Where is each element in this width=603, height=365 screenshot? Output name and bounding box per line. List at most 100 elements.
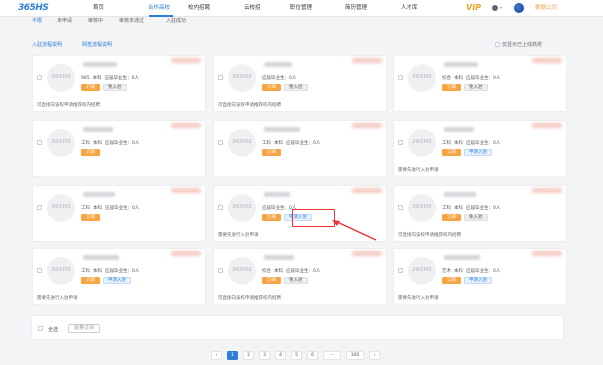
only-online-filter[interactable]: 仅显示已上线高校 xyxy=(495,41,542,48)
nav-home[interactable]: 首页 xyxy=(93,4,104,12)
school-tag: 艺术 xyxy=(442,269,451,274)
school-logo: 365HS xyxy=(47,129,75,157)
school-tags: 985 本科 应届毕业生：0人 xyxy=(81,75,142,81)
school-card[interactable]: 365HS 985 本科 应届毕业生：0人 订阅 免入驻 可直接向该校申请推荐校内招聘 xyxy=(32,55,206,112)
school-name-redacted xyxy=(444,192,476,197)
school-card[interactable]: 365HS 工科 本科 应届毕业生：0人 订阅 xyxy=(213,120,387,177)
school-checkbox[interactable] xyxy=(398,75,403,80)
no-join-button[interactable]: 免入驻 xyxy=(284,277,308,284)
school-card[interactable]: 365HS 综合 本科 应届毕业生：0人 订阅 免入驻 xyxy=(393,55,567,112)
campus-guide-link[interactable]: 网签流程说明 xyxy=(82,41,112,48)
school-card[interactable]: 365HS 综合 本科 应届毕业生：0人 订阅 免入驻 可直接向该校申请推荐校内招聘 xyxy=(213,248,387,305)
school-card[interactable]: 365HS 工科 本科 应届毕业生：0人 订阅 免入驻 可直接向该校申请推荐校内招聘 xyxy=(393,185,567,242)
school-checkbox[interactable] xyxy=(398,268,403,273)
redacted-badge xyxy=(171,251,201,256)
card-actions: 订阅 免入驻 xyxy=(262,277,311,284)
redacted-badge xyxy=(532,251,562,256)
school-tag: 工科 xyxy=(262,141,271,146)
school-card[interactable]: 365HS 工科 本科 应届毕业生：0人 订阅 xyxy=(32,185,206,242)
page-button[interactable]: 5 xyxy=(291,351,302,360)
school-logo-text: 365HS xyxy=(50,204,72,210)
school-checkbox[interactable] xyxy=(37,140,42,145)
next-page-button[interactable]: › xyxy=(369,351,380,360)
nav-campus-recruit[interactable]: 校内招聘 xyxy=(188,4,210,12)
subscribe-button[interactable]: 订阅 xyxy=(442,214,461,221)
school-name-redacted xyxy=(264,192,290,197)
tab-all[interactable]: 不限 xyxy=(32,17,42,24)
nav-cloud-recruit[interactable]: 云校招 xyxy=(244,4,261,12)
apply-join-button[interactable]: 申请入驻 xyxy=(103,277,131,284)
no-join-button[interactable]: 免入驻 xyxy=(284,84,308,91)
subscribe-button[interactable]: 订阅 xyxy=(81,149,100,156)
subscribe-button[interactable]: 订阅 xyxy=(81,84,100,91)
subscribe-button[interactable]: 订阅 xyxy=(262,277,281,284)
nav-job-management[interactable]: 职位管理 xyxy=(290,4,312,12)
redacted-badge xyxy=(532,188,562,193)
subscribe-button[interactable]: 订阅 xyxy=(262,149,281,156)
tab-joined[interactable]: 入驻成功 xyxy=(166,17,186,24)
nav-partner-schools[interactable]: 合作高校 xyxy=(148,4,170,12)
chevron-down-icon[interactable]: ▾ xyxy=(500,5,502,10)
school-checkbox[interactable] xyxy=(218,140,223,145)
no-join-button[interactable]: 免入驻 xyxy=(103,84,127,91)
redacted-badge xyxy=(352,251,382,256)
subscribe-button[interactable]: 订阅 xyxy=(442,277,461,284)
no-join-button[interactable]: 免入驻 xyxy=(464,84,488,91)
prev-page-button[interactable]: ‹ xyxy=(211,351,222,360)
page-button[interactable]: 300 xyxy=(346,351,364,360)
nav-resume-management[interactable]: 简历管理 xyxy=(345,4,367,12)
batch-subscribe-button[interactable]: 批量订阅 xyxy=(68,324,101,333)
company-name[interactable]: 数据公司 xyxy=(535,4,557,12)
subscribe-button[interactable]: 订阅 xyxy=(81,214,100,221)
school-checkbox[interactable] xyxy=(37,205,42,210)
redacted-badge xyxy=(352,188,382,193)
school-card[interactable]: 365HS 工科 本科 应届毕业生：0人 订阅 申请入驻 需要先进行入驻申请 xyxy=(32,248,206,305)
card-actions: 订阅 申请入驻 xyxy=(442,149,495,156)
subscribe-button[interactable]: 订阅 xyxy=(442,149,461,156)
nav-talent-pool[interactable]: 人才库 xyxy=(401,4,418,12)
card-actions: 订阅 xyxy=(81,214,103,221)
page-button[interactable]: 3 xyxy=(259,351,270,360)
school-checkbox[interactable] xyxy=(218,75,223,80)
user-avatar-icon[interactable] xyxy=(492,5,498,11)
only-online-checkbox[interactable] xyxy=(495,41,500,47)
school-tags: 综合 本科 应届毕业生：0人 xyxy=(442,75,503,81)
subscribe-button[interactable]: 订阅 xyxy=(262,84,281,91)
school-tag: 应届毕业生：0人 xyxy=(466,269,501,274)
school-tag: 工科 xyxy=(81,141,90,146)
redacted-badge xyxy=(532,58,562,63)
school-tag: 工科 xyxy=(81,206,90,211)
process-guide-link[interactable]: 入驻流程说明 xyxy=(32,41,62,48)
no-join-button[interactable]: 免入驻 xyxy=(464,214,488,221)
apply-join-button[interactable]: 申请入驻 xyxy=(464,277,492,284)
school-logo: 365HS xyxy=(408,257,436,285)
school-card[interactable]: 365HS 应届毕业生：0人 订阅 免入驻 可直接向该校申请推荐校内招聘 xyxy=(213,55,387,112)
school-tag: 综合 xyxy=(442,76,451,81)
page-button[interactable]: 2 xyxy=(243,351,254,360)
card-note: 可直接向该校申请推荐校内招聘 xyxy=(218,296,281,301)
school-checkbox[interactable] xyxy=(218,268,223,273)
subscribe-button[interactable]: 订阅 xyxy=(442,84,461,91)
apply-join-button[interactable]: 申请入驻 xyxy=(464,149,492,156)
school-checkbox[interactable] xyxy=(37,268,42,273)
site-logo[interactable]: 365HS xyxy=(18,3,62,14)
vip-badge[interactable]: VIP xyxy=(466,3,481,13)
subscribe-button[interactable]: 订阅 xyxy=(81,277,100,284)
page-button[interactable]: 4 xyxy=(275,351,286,360)
school-card[interactable]: 365HS 工科 本科 应届毕业生：0人 订阅 申请入驻 需要先进行入驻申请 xyxy=(393,120,567,177)
school-card[interactable]: 365HS 艺术 本科 应届毕业生：0人 订阅 申请入驻 需要先进行入驻申请 xyxy=(393,248,567,305)
tab-rejected[interactable]: 审核未通过 xyxy=(119,17,144,24)
select-all-checkbox[interactable] xyxy=(38,326,43,331)
card-actions: 订阅 申请入驻 xyxy=(81,277,134,284)
school-checkbox[interactable] xyxy=(218,205,223,210)
tab-not-applied[interactable]: 未申请 xyxy=(57,17,72,24)
page-button[interactable]: 1 xyxy=(227,351,238,360)
school-checkbox[interactable] xyxy=(37,75,42,80)
tab-reviewing[interactable]: 审核中 xyxy=(88,17,103,24)
page-button[interactable]: 6 xyxy=(307,351,318,360)
school-checkbox[interactable] xyxy=(398,205,403,210)
school-tag: 应届毕业生：0人 xyxy=(105,141,140,146)
school-checkbox[interactable] xyxy=(398,140,403,145)
school-card[interactable]: 365HS 工科 本科 应届毕业生：0人 订阅 xyxy=(32,120,206,177)
subscribe-button[interactable]: 订阅 xyxy=(262,214,281,221)
